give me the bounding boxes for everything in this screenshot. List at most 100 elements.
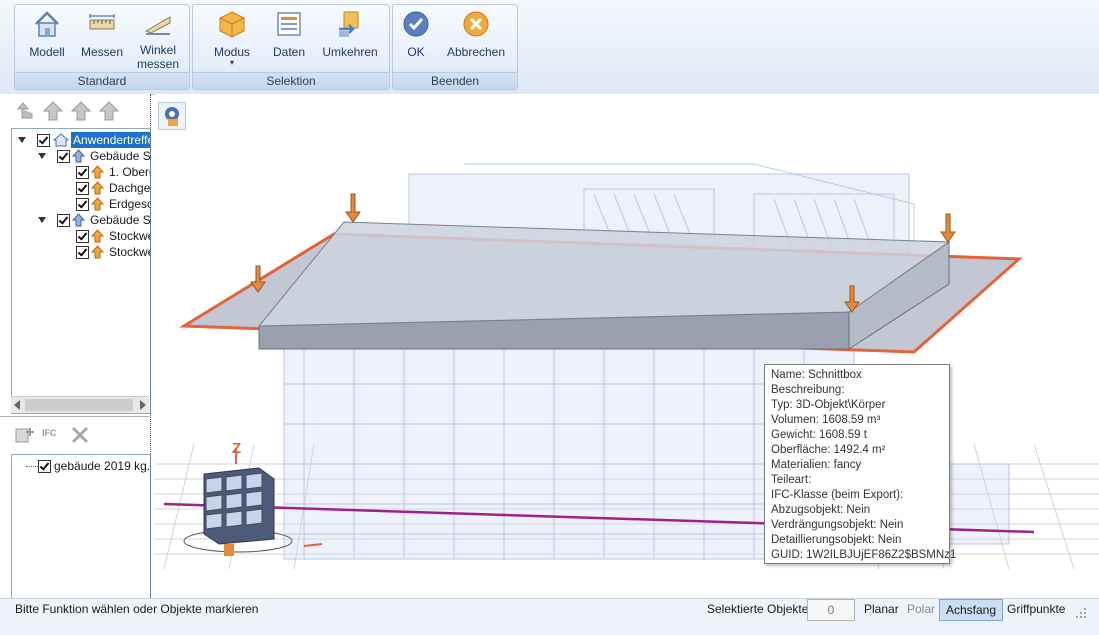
messen-label-2: messen	[136, 57, 180, 71]
selected-count-field: 0	[807, 599, 855, 621]
ok-button[interactable]: OK	[399, 9, 433, 59]
section-box	[178, 221, 1023, 354]
tree-item-obergeschoss[interactable]: 1. Oberg	[12, 164, 150, 180]
tooltip-abzugsobjekt: Abzugsobjekt: Nein	[771, 504, 871, 516]
ok-label: OK	[407, 45, 425, 59]
file-tree: gebäude 2019 kg.sr	[11, 454, 151, 600]
scroll-right-icon[interactable]	[140, 400, 146, 410]
tree-item-erdgeschoss[interactable]: Erdgesc	[12, 196, 150, 212]
tree-item-gebaeude-2[interactable]: Gebäude S	[12, 212, 150, 228]
storey-arrow-icon	[91, 245, 104, 259]
file-item[interactable]: gebäude 2019 kg.sr	[12, 458, 150, 474]
tree-horizontal-scrollbar[interactable]	[11, 396, 149, 413]
ribbon: Modell Messen Winkel messen Standard Mod…	[0, 0, 1099, 95]
add-file-icon[interactable]	[14, 426, 36, 444]
ribbon-group-standard: Modell Messen Winkel messen Standard	[14, 4, 190, 90]
delete-x-icon[interactable]	[70, 426, 90, 444]
expand-icon[interactable]	[18, 137, 26, 143]
status-message: Bitte Funktion wählen oder Objekte marki…	[15, 602, 259, 616]
tree-checkbox[interactable]	[57, 214, 70, 227]
file-item-label: gebäude 2019 kg.sr	[54, 459, 151, 473]
file-checkbox[interactable]	[38, 460, 51, 473]
planar-toggle[interactable]: Planar	[864, 602, 899, 616]
modell-button[interactable]: Modell	[23, 9, 71, 59]
tree-checkbox[interactable]	[57, 150, 70, 163]
tree-item-dachgeschoss[interactable]: Dachge	[12, 180, 150, 196]
umkehren-button[interactable]: Umkehren	[319, 9, 381, 59]
move-top-icon[interactable]	[98, 100, 120, 122]
ok-check-icon	[403, 11, 429, 37]
abbrechen-label: Abbrechen	[446, 45, 506, 59]
tree-checkbox[interactable]	[76, 166, 89, 179]
tooltip-beschreibung: Beschreibung:	[771, 384, 845, 396]
tooltip-detaillierungsobjekt: Detaillierungsobjekt: Nein	[771, 534, 902, 546]
storey-arrow-icon	[91, 181, 104, 195]
building-arrow-icon	[72, 213, 85, 227]
group-caption-selektion: Selektion	[193, 72, 389, 89]
object-info-tooltip: Name: Schnittbox Beschreibung: Typ: 3D-O…	[764, 364, 957, 564]
file-toolbar: IFC	[14, 424, 114, 446]
resize-grip-icon[interactable]	[1075, 607, 1087, 619]
move-up-icon[interactable]	[42, 100, 64, 122]
selected-objects-label: Selektierte Objekte	[707, 602, 809, 616]
tree-item-label: Stockwe	[109, 245, 151, 259]
winkel-messen-button[interactable]: Winkel messen	[133, 7, 183, 71]
tree-item-label: Gebäude S	[90, 149, 151, 163]
daten-label: Daten	[272, 45, 306, 59]
scroll-thumb[interactable]	[25, 399, 133, 411]
tree-item-stockwerk-1[interactable]: Stockwe	[12, 228, 150, 244]
abbrechen-button[interactable]: Abbrechen	[443, 9, 509, 59]
tree-connector	[26, 466, 38, 467]
achsfang-toggle[interactable]: Achsfang	[939, 599, 1003, 621]
messen-label: Messen	[80, 45, 124, 59]
expand-icon[interactable]	[38, 153, 46, 159]
scroll-left-icon[interactable]	[14, 400, 20, 410]
daten-button[interactable]: Daten	[267, 9, 311, 59]
tree-checkbox[interactable]	[37, 134, 50, 147]
polar-toggle[interactable]: Polar	[907, 602, 935, 616]
expand-icon[interactable]	[38, 217, 46, 223]
building-arrow-icon	[72, 149, 85, 163]
tree-item-label: Anwendertreffen	[71, 132, 150, 148]
tooltip-guid: GUID: 1W2ILBJUjEF86Z2$BSMNz1	[771, 549, 957, 561]
tooltip-oberflaeche: Oberfläche: 1492.4 m²	[771, 444, 886, 456]
model-scene	[154, 163, 1099, 570]
messen-button[interactable]: Messen	[75, 9, 129, 59]
tree-item-anwendertreffen[interactable]: Anwendertreffen	[12, 132, 150, 148]
modus-label: Modus	[213, 45, 251, 59]
tree-item-gebaeude-1[interactable]: Gebäude S	[12, 148, 150, 164]
tree-checkbox[interactable]	[76, 230, 89, 243]
tree-item-stockwerk-2[interactable]: Stockwe	[12, 244, 150, 260]
ifc-import-button[interactable]: IFC	[42, 428, 57, 438]
group-caption-beenden: Beenden	[393, 72, 517, 89]
cube-mode-icon	[219, 11, 245, 38]
tree-nav-toolbar	[14, 100, 144, 122]
tree-checkbox[interactable]	[76, 246, 89, 259]
ruler-icon	[89, 14, 115, 30]
z-axis-label: Z	[232, 440, 242, 457]
tooltip-volumen: Volumen: 1608.59 m³	[771, 414, 881, 426]
griffpunkte-toggle[interactable]: Griffpunkte	[1007, 602, 1065, 616]
group-caption-standard: Standard	[15, 72, 189, 89]
tree-checkbox[interactable]	[76, 198, 89, 211]
tooltip-gewicht: Gewicht: 1608.59 t	[771, 429, 867, 441]
tooltip-ifc-klasse: IFC-Klasse (beim Export):	[771, 489, 904, 501]
modus-dropdown-icon: ▾	[229, 58, 234, 67]
tree-item-label: Gebäude S	[90, 213, 151, 227]
list-data-icon	[277, 12, 301, 36]
move-up-level-icon[interactable]	[70, 100, 92, 122]
tree-item-label: Erdgesc	[109, 197, 151, 211]
storey-arrow-icon	[91, 229, 104, 243]
ribbon-group-beenden: OK Abbrechen Beenden	[392, 4, 518, 90]
pane-divider[interactable]	[0, 416, 150, 417]
refresh-arrows-icon[interactable]	[14, 100, 36, 122]
tree-item-label: Stockwe	[109, 229, 151, 243]
3d-viewport[interactable]: Z Name: Schnittbox Beschreibung: Typ: 3D…	[154, 94, 1099, 598]
cancel-x-icon	[463, 11, 489, 37]
winkel-label: Winkel	[139, 43, 176, 57]
modus-button[interactable]: Modus ▾	[207, 9, 257, 67]
tree-checkbox[interactable]	[76, 182, 89, 195]
storey-arrow-icon	[91, 197, 104, 211]
house-icon	[35, 11, 59, 37]
tree-item-label: Dachge	[109, 181, 151, 195]
